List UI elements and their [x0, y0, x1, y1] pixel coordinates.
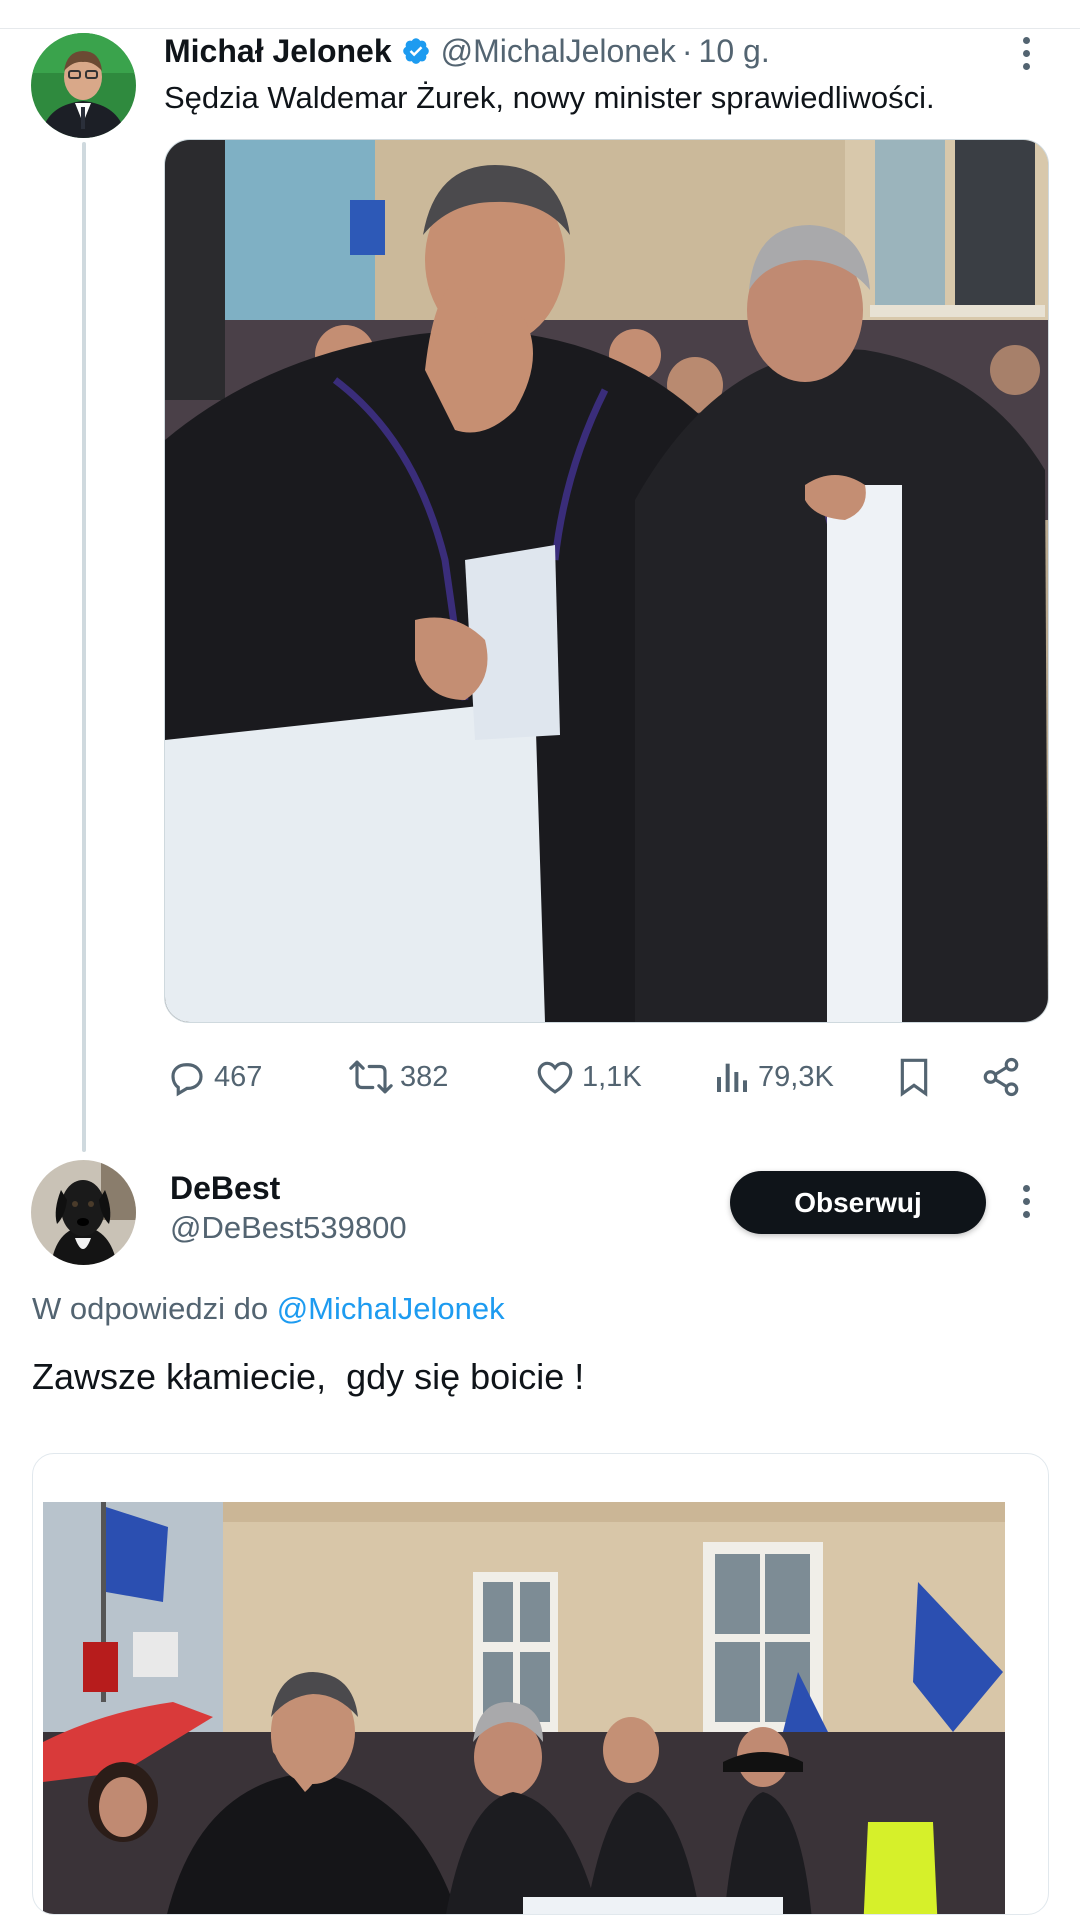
avatar[interactable]	[31, 33, 136, 138]
reply-icon	[171, 1063, 203, 1097]
timestamp[interactable]: 10 g.	[699, 33, 770, 70]
thread-connector-line	[82, 142, 86, 1152]
tweet-text: Zawsze kłamiecie, gdy się boicie !	[32, 1356, 585, 1397]
more-options-icon[interactable]	[1021, 37, 1031, 77]
tweet-photo[interactable]	[43, 1502, 1005, 1914]
analytics-icon	[717, 1063, 747, 1092]
reply-count: 467	[214, 1060, 263, 1093]
share-button[interactable]	[980, 1050, 1022, 1104]
follow-button[interactable]: Obserwuj	[730, 1171, 986, 1234]
retweet-button[interactable]: 382	[348, 1050, 448, 1104]
tweet-photo[interactable]	[164, 139, 1049, 1023]
avatar[interactable]	[31, 1160, 136, 1265]
bookmark-icon	[900, 1058, 928, 1097]
share-icon	[983, 1057, 1019, 1097]
reply-context: W odpowiedzi do @MichalJelonek	[32, 1291, 505, 1327]
author-name[interactable]: Michał Jelonek	[164, 33, 392, 70]
retweet-icon	[349, 1060, 393, 1094]
views-button[interactable]: 79,3K	[712, 1050, 834, 1104]
author-name[interactable]: DeBest	[170, 1170, 280, 1207]
reply-mention-link[interactable]: @MichalJelonek	[277, 1291, 505, 1326]
views-count: 79,3K	[758, 1060, 834, 1093]
author-handle[interactable]: @DeBest539800	[170, 1210, 407, 1246]
tweet-actions: 467 382 1,1K 79,3K	[164, 1050, 1044, 1104]
tweet-photo-card[interactable]	[32, 1453, 1049, 1915]
separator-dot: ·	[681, 32, 693, 69]
tweet-header: Michał Jelonek @MichalJelonek · 10 g.	[164, 31, 770, 71]
verified-badge-icon	[402, 38, 429, 64]
author-handle[interactable]: @MichalJelonek	[441, 33, 676, 70]
like-button[interactable]: 1,1K	[534, 1050, 642, 1104]
tweet-text: Sędzia Waldemar Żurek, nowy minister spr…	[164, 80, 935, 115]
like-count: 1,1K	[582, 1060, 642, 1093]
top-bar	[0, 0, 1080, 29]
reply-prefix: W odpowiedzi do	[32, 1291, 277, 1326]
heart-icon	[537, 1061, 573, 1094]
bookmark-button[interactable]	[894, 1050, 934, 1104]
retweet-count: 382	[400, 1060, 449, 1093]
more-options-icon[interactable]	[1021, 1185, 1031, 1225]
reply-button[interactable]: 467	[166, 1050, 262, 1104]
